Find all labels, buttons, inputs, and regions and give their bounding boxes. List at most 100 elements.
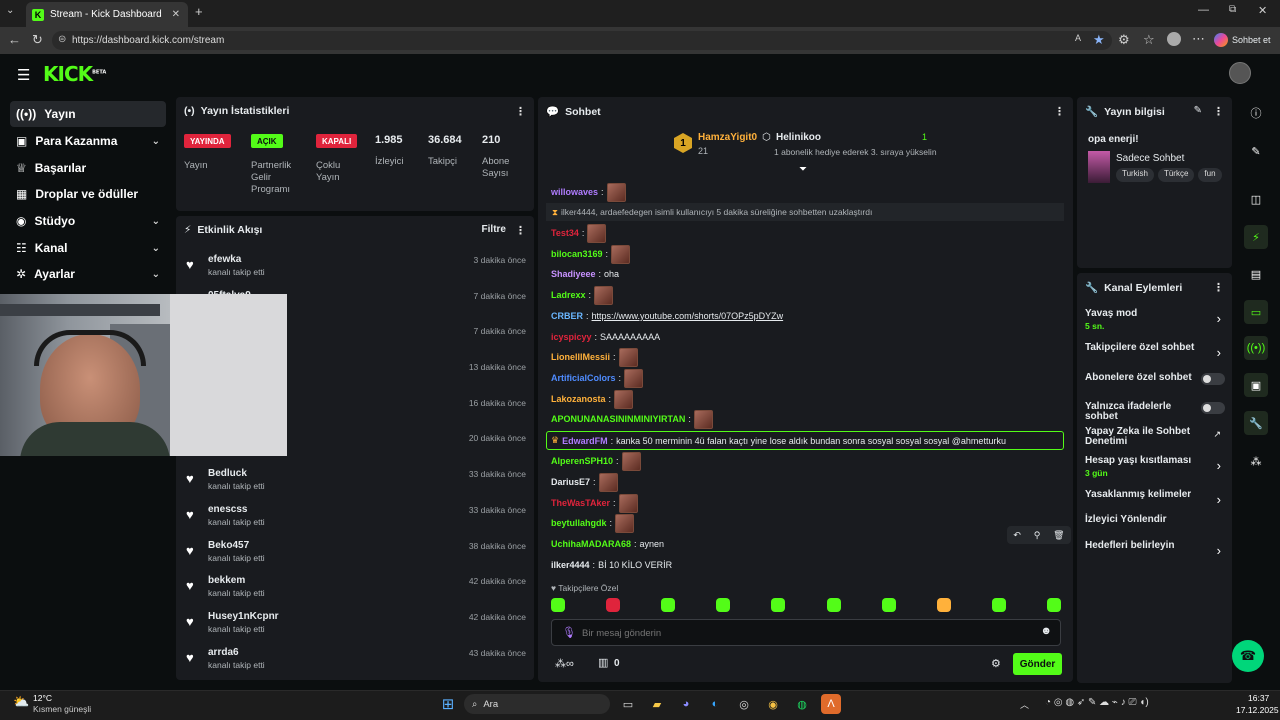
emote-image[interactable] bbox=[598, 472, 618, 492]
chat-message[interactable]: beytullahgdk: bbox=[551, 513, 635, 533]
users-icon[interactable]: ⁂ bbox=[1244, 449, 1268, 473]
quick-emote-icon[interactable] bbox=[661, 598, 676, 612]
chat-username[interactable]: ilker4444 bbox=[551, 560, 590, 570]
channel-action-row[interactable]: Abonelere özel sohbet bbox=[1085, 373, 1227, 399]
new-tab-icon[interactable]: + bbox=[195, 4, 203, 19]
wrench-icon[interactable]: 🔧 bbox=[1244, 411, 1268, 435]
chat-message[interactable]: UchihaMADARA68: aynen bbox=[551, 535, 664, 553]
gifter-name[interactable]: Helinikoo bbox=[776, 132, 821, 143]
channel-action-row[interactable]: Yavaş mod 5 sn. › bbox=[1085, 309, 1227, 335]
chat-message[interactable]: willowaves: bbox=[551, 182, 626, 202]
chat-username[interactable]: beytullahgdk bbox=[551, 518, 607, 528]
chat-message[interactable]: ArtificialColors: bbox=[551, 368, 644, 388]
chat-message[interactable]: AlperenSPH10: bbox=[551, 451, 641, 471]
emote-image[interactable] bbox=[618, 347, 638, 367]
channel-action-row[interactable]: Yapay Zeka ile Sohbet Denetimi ↗ bbox=[1085, 427, 1227, 453]
activity-row[interactable]: ♥ Bedluck kanalı takip etti 33 dakika önce bbox=[186, 466, 526, 502]
activity-user[interactable]: enescss bbox=[208, 504, 247, 515]
chat-username[interactable]: bilocan3169 bbox=[551, 249, 603, 259]
microphone-icon[interactable]: 🎙 bbox=[562, 626, 576, 639]
channel-action-row[interactable]: Takipçilere özel sohbet › bbox=[1085, 343, 1227, 369]
activity-user[interactable]: Beko457 bbox=[208, 540, 249, 551]
chevron-right-icon[interactable]: › bbox=[1217, 345, 1221, 360]
sidebar-item-basarilar[interactable]: ♕ Başarılar bbox=[10, 155, 166, 181]
chat-username[interactable]: UchihaMADARA68 bbox=[551, 539, 631, 549]
quick-emote-icon[interactable] bbox=[936, 598, 951, 612]
external-link-icon[interactable]: ↗ bbox=[1213, 429, 1221, 440]
chat-message[interactable]: APONUNANASININMINIYIRTAN: bbox=[551, 409, 713, 429]
app-icon[interactable]: Λ bbox=[821, 694, 841, 714]
tab-list-icon[interactable]: ⌄ bbox=[6, 5, 14, 16]
chat-message[interactable]: Shadiyeee: oha bbox=[551, 265, 619, 283]
category-thumbnail[interactable] bbox=[1088, 151, 1110, 183]
activity-row[interactable]: ♥ Husey1nKcpnr kanalı takip etti 42 dakika … bbox=[186, 609, 526, 645]
chat-message[interactable]: bilocan3169: bbox=[551, 244, 631, 264]
site-info-icon[interactable]: ⊜ bbox=[58, 34, 66, 45]
store-icon[interactable]: ▥ bbox=[598, 656, 608, 669]
chat-username[interactable]: APONUNANASININMINIYIRTAN bbox=[551, 414, 685, 424]
chat-message[interactable]: CRBER: https://www.youtube.com/shorts/07O… bbox=[551, 307, 783, 325]
chevron-right-icon[interactable]: › bbox=[1217, 492, 1221, 507]
emote-image[interactable] bbox=[624, 368, 644, 388]
channel-action-row[interactable]: Hedefleri belirleyin › bbox=[1085, 541, 1227, 567]
channel-action-row[interactable]: Yasaklanmış kelimeler › bbox=[1085, 490, 1227, 516]
favorites-icon[interactable]: ☆ bbox=[1143, 32, 1155, 48]
chat-username[interactable]: icyspicyy bbox=[551, 332, 592, 342]
discord-icon[interactable]: ◕ bbox=[676, 694, 696, 714]
chat-message[interactable]: Test34: bbox=[551, 223, 607, 243]
chat-username[interactable]: Test34 bbox=[551, 228, 579, 238]
quick-emote-icon[interactable] bbox=[826, 598, 841, 612]
sidebar-item-kanal[interactable]: ☷ Kanal ⌄ bbox=[10, 235, 166, 261]
toggle-switch[interactable] bbox=[1201, 402, 1225, 414]
activity-row[interactable]: ♥ enescss kanalı takip etti 33 dakika önce bbox=[186, 502, 526, 538]
sidebar-item-yayin[interactable]: ((•)) Yayın bbox=[10, 101, 166, 127]
chat-username[interactable]: ArtificialColors bbox=[551, 373, 616, 383]
channel-action-row[interactable]: Yalnızca ifadelerle sohbet bbox=[1085, 402, 1227, 428]
channel-points-icon[interactable]: ⁂∞ bbox=[555, 657, 574, 670]
minimize-icon[interactable]: — bbox=[1198, 4, 1209, 16]
activity-user[interactable]: bekkem bbox=[208, 575, 245, 586]
chevron-right-icon[interactable]: › bbox=[1217, 311, 1221, 326]
activity-user[interactable]: efewka bbox=[208, 254, 241, 265]
info-icon[interactable]: ⓘ bbox=[1244, 101, 1268, 125]
toggle-switch[interactable] bbox=[1201, 373, 1225, 385]
chat-settings-icon[interactable]: ⚙ bbox=[991, 657, 1001, 670]
chat-username[interactable]: Ladrexx bbox=[551, 290, 586, 300]
emoji-picker-icon[interactable]: ☻ bbox=[1040, 625, 1052, 637]
emote-image[interactable] bbox=[614, 389, 634, 409]
chat-bubble-icon[interactable]: ▭ bbox=[1244, 300, 1268, 324]
chat-username[interactable]: TheWasTAker bbox=[551, 498, 610, 508]
stream-info-icon[interactable]: ▣ bbox=[1244, 373, 1268, 397]
quick-emote-icon[interactable] bbox=[551, 598, 565, 612]
sidebar-item-studyo[interactable]: ◉ Stüdyo ⌄ bbox=[10, 208, 166, 234]
camera-icon[interactable]: ◫ bbox=[1244, 187, 1268, 211]
top-gifter-name[interactable]: HamzaYigit0 bbox=[698, 132, 757, 143]
more-options-icon[interactable]: ⋮ bbox=[1054, 105, 1065, 118]
document-icon[interactable]: ▤ bbox=[1244, 262, 1268, 286]
favorite-star-icon[interactable]: ★ bbox=[1093, 32, 1105, 48]
windows-start-icon[interactable]: ⊞ bbox=[438, 694, 458, 714]
emote-image[interactable] bbox=[615, 513, 635, 533]
chat-message[interactable]: icyspicyy: SAAAAAAAAA bbox=[551, 328, 660, 346]
restore-icon[interactable]: ⧉ bbox=[1229, 4, 1236, 15]
support-chat-button[interactable]: ☎ bbox=[1232, 640, 1264, 672]
steam-icon[interactable]: ◎ bbox=[734, 694, 754, 714]
reply-icon[interactable]: ↶ bbox=[1013, 530, 1021, 541]
chat-input-box[interactable]: 🎙 ☻ bbox=[551, 619, 1061, 646]
quick-emote-icon[interactable] bbox=[991, 598, 1006, 612]
quick-emote-icon[interactable] bbox=[881, 598, 896, 612]
extensions-icon[interactable]: ⚙ bbox=[1118, 32, 1130, 48]
collapse-pinned-icon[interactable]: ⏷ bbox=[799, 164, 807, 175]
more-options-icon[interactable]: ⋮ bbox=[515, 105, 526, 118]
activity-row[interactable]: ♥ Beko457 kanalı takip etti 38 dakika önce bbox=[186, 538, 526, 574]
chat-input[interactable] bbox=[582, 625, 1022, 641]
chevron-right-icon[interactable]: › bbox=[1217, 458, 1221, 473]
chat-username[interactable]: EdwardFM bbox=[562, 436, 608, 446]
tag-chip[interactable]: Türkçe bbox=[1157, 168, 1195, 182]
emote-image[interactable] bbox=[621, 451, 641, 471]
chat-message[interactable]: DariusE7: bbox=[551, 472, 618, 492]
tray-overflow-icon[interactable]: ︿ bbox=[1020, 698, 1029, 711]
emote-image[interactable] bbox=[594, 285, 614, 305]
sidebar-item-droplar[interactable]: ▦ Droplar ve ödüller bbox=[10, 181, 166, 207]
chat-username[interactable]: Lakozanosta bbox=[551, 394, 606, 404]
